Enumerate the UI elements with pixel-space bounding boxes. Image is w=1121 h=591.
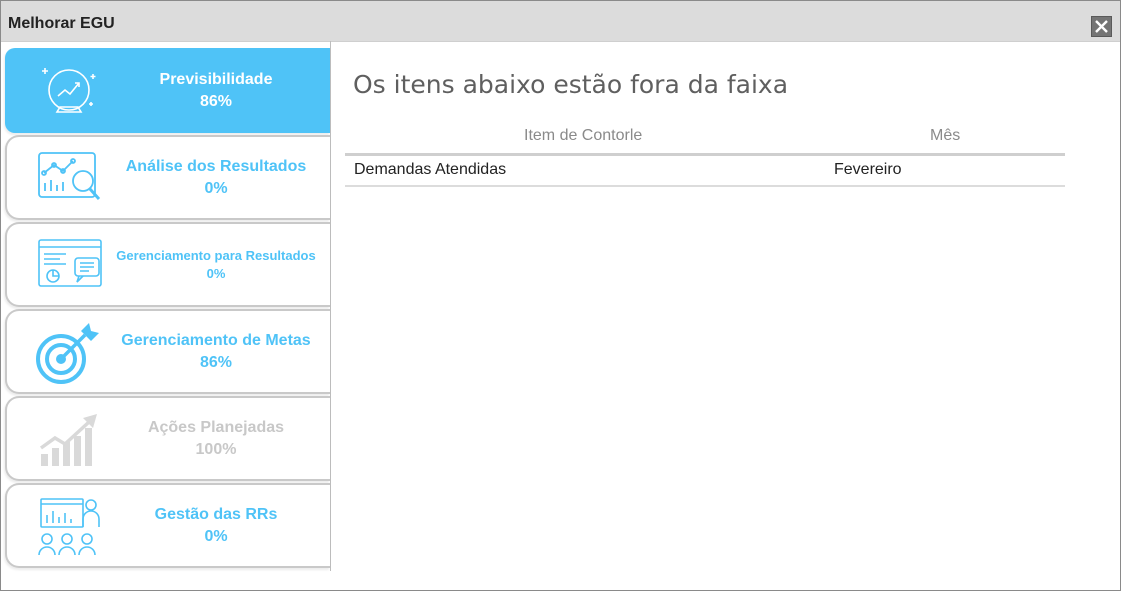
- sidebar-item-gerenciamento-de-metas[interactable]: Gerenciamento de Metas 86%: [5, 309, 330, 394]
- sidebar-item-gerenciamento-para-resultados[interactable]: Gerenciamento para Resultados 0%: [5, 222, 330, 307]
- sidebar-item-percent: 100%: [195, 440, 237, 458]
- growth-chart-icon: [39, 414, 97, 466]
- sidebar: Previsibilidade 86% Análise dos Resultad…: [5, 48, 331, 570]
- sidebar-item-label: Análise dos Resultados: [125, 157, 307, 175]
- sidebar-item-percent: 86%: [199, 353, 233, 371]
- column-header-month[interactable]: Mês: [930, 127, 960, 145]
- team-presentation-icon: [38, 498, 100, 556]
- page-title: Os itens abaixo estão fora da faixa: [353, 70, 789, 99]
- sidebar-item-percent: 0%: [204, 179, 228, 197]
- sidebar-item-label: Ações Planejadas: [147, 418, 285, 436]
- target-arrow-icon: [36, 323, 99, 384]
- cell-month: Fevereiro: [834, 161, 902, 178]
- crystal-ball-chart-icon: [42, 68, 96, 113]
- dialog-window: Melhorar EGU Previsibilidade 86% Análise…: [0, 0, 1121, 591]
- out-of-range-table: Item de Contorle Mês Demandas Atendidas …: [345, 121, 1065, 187]
- close-icon: [1095, 20, 1108, 33]
- sidebar-item-gestao-das-rrs[interactable]: Gestão das RRs 0%: [5, 483, 330, 568]
- title-bar: Melhorar EGU: [1, 1, 1120, 42]
- sidebar-item-label: Gerenciamento para Resultados: [116, 247, 316, 263]
- sidebar-item-label: Gerenciamento de Metas: [121, 331, 311, 349]
- sidebar-item-analise-dos-resultados[interactable]: Análise dos Resultados 0%: [5, 135, 330, 220]
- column-header-item[interactable]: Item de Contorle: [524, 127, 642, 145]
- close-button[interactable]: [1091, 16, 1112, 37]
- table-header: Item de Contorle Mês: [345, 121, 1065, 156]
- cell-item: Demandas Atendidas: [354, 161, 507, 178]
- sidebar-item-percent: 0%: [206, 265, 226, 281]
- window-title: Melhorar EGU: [8, 15, 115, 32]
- sidebar-item-label: Gestão das RRs: [154, 505, 278, 523]
- sidebar-item-acoes-planejadas[interactable]: Ações Planejadas 100%: [5, 396, 330, 481]
- sidebar-item-percent: 86%: [199, 92, 233, 110]
- dashboard-report-icon: [38, 239, 102, 287]
- analytics-magnifier-icon: [38, 152, 101, 201]
- sidebar-item-previsibilidade[interactable]: Previsibilidade 86%: [5, 48, 330, 133]
- table-row[interactable]: Demandas Atendidas Fevereiro: [345, 156, 1065, 187]
- sidebar-item-label: Previsibilidade: [159, 70, 273, 88]
- sidebar-item-percent: 0%: [204, 527, 228, 545]
